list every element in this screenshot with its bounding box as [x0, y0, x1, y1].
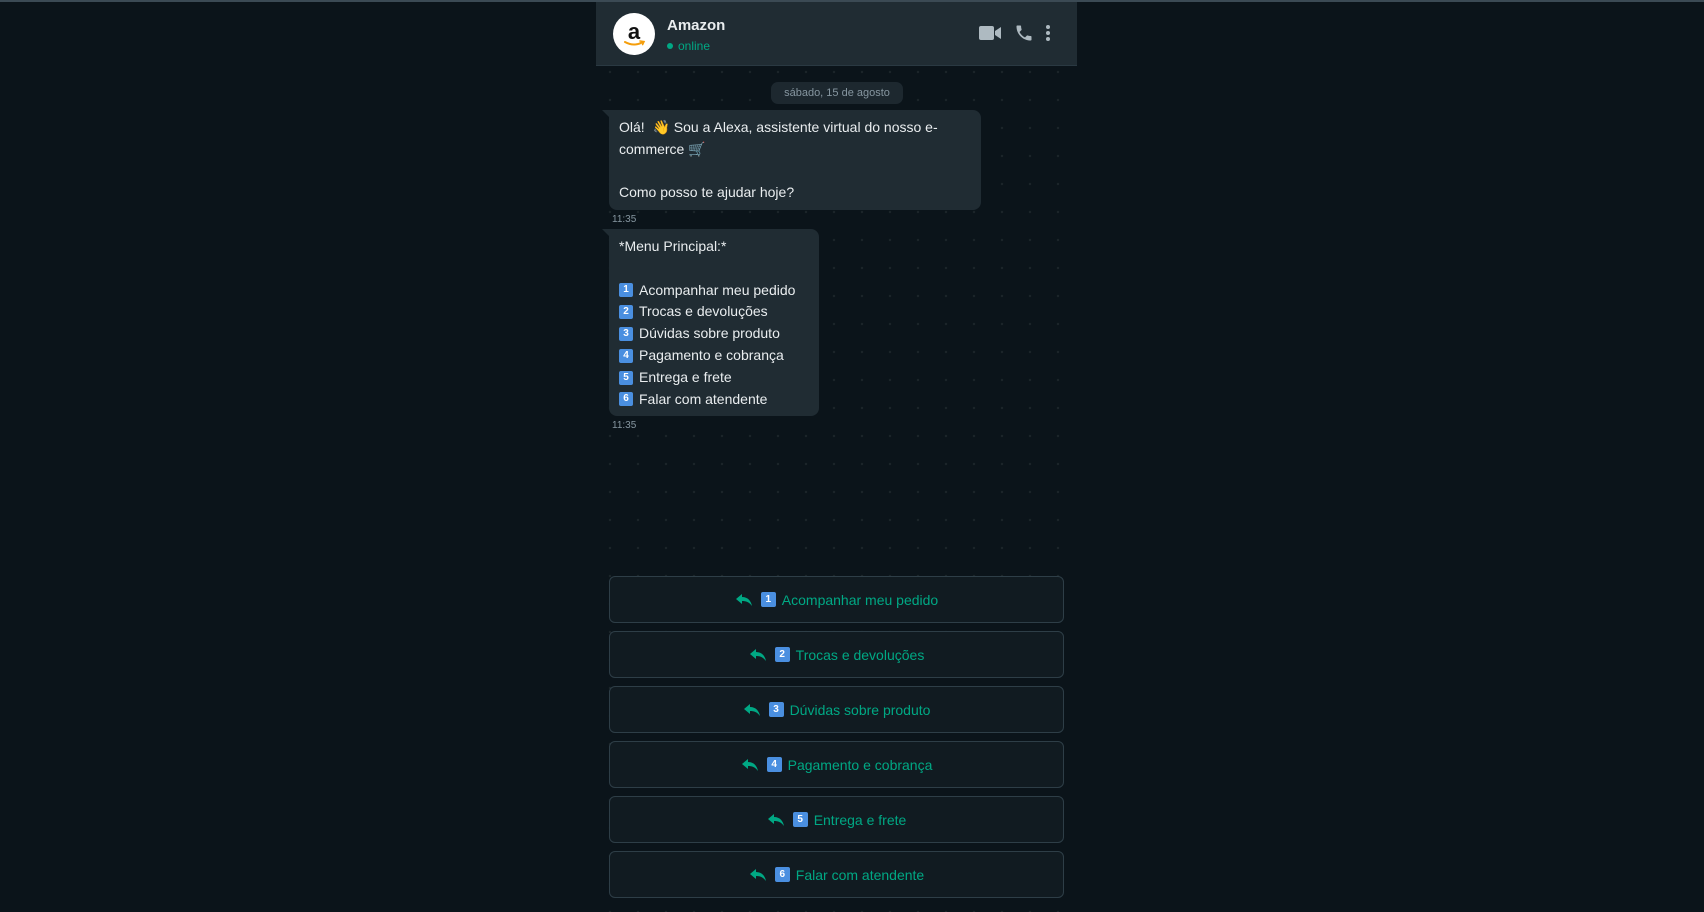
shopping-cart-icon: 🛒: [688, 140, 706, 157]
svg-text:a: a: [628, 19, 641, 44]
number-2-icon: 2: [619, 305, 633, 320]
online-dot-icon: [667, 43, 673, 49]
menu-title: *Menu Principal:*: [619, 238, 727, 254]
incoming-message[interactable]: Olá! 👋 Sou a Alexa, assistente virtual d…: [602, 110, 981, 211]
number-6-icon: 6: [774, 867, 790, 882]
more-options-button[interactable]: [1045, 24, 1051, 42]
quick-reply-button-3[interactable]: 3 Dúvidas sobre produto: [609, 686, 1064, 733]
message-timestamp: 11:35: [612, 420, 637, 431]
quick-reply-button-5[interactable]: 5 Entrega e frete: [609, 796, 1064, 843]
amazon-logo-icon: a: [624, 19, 646, 46]
phone-icon: [1016, 25, 1032, 41]
message-line: Olá! 👋 Sou a Alexa, assistente virtual d…: [619, 119, 938, 135]
number-5-icon: 5: [619, 370, 633, 385]
waving-hand-icon: 👋: [652, 119, 670, 135]
number-5-icon: 5: [792, 812, 808, 827]
voice-call-button[interactable]: [1014, 23, 1034, 43]
number-4-icon: 4: [766, 757, 782, 772]
contact-name[interactable]: Amazon: [667, 17, 725, 34]
status-text: online: [678, 39, 711, 53]
reply-arrow-icon: [767, 813, 784, 826]
quick-reply-button-2[interactable]: 2 Trocas e devoluções: [609, 631, 1064, 678]
menu-item: 3 Dúvidas sobre produto: [619, 323, 809, 345]
number-2-icon: 2: [774, 647, 790, 662]
avatar[interactable]: a: [613, 13, 655, 55]
menu-item: 2 Trocas e devoluções: [619, 301, 809, 323]
number-4-icon: 4: [619, 348, 633, 363]
message-timestamp: 11:35: [612, 214, 637, 225]
message-blank-line: ​: [619, 161, 971, 183]
reply-arrow-icon: [749, 648, 766, 661]
number-6-icon: 6: [619, 392, 633, 407]
chat-window: a Amazon online sábado, 15 de agosto Olá…: [596, 2, 1077, 912]
menu-item: 4 Pagamento e cobrança: [619, 345, 809, 367]
date-separator: sábado, 15 de agosto: [771, 82, 903, 104]
video-call-button[interactable]: [978, 24, 1002, 42]
quick-reply-button-4[interactable]: 4 Pagamento e cobrança: [609, 741, 1064, 788]
number-3-icon: 3: [619, 327, 633, 342]
reply-arrow-icon: [741, 758, 758, 771]
message-blank-line: ​: [619, 258, 809, 280]
number-3-icon: 3: [768, 702, 784, 717]
number-1-icon: 1: [760, 592, 776, 607]
quick-reply-button-6[interactable]: 6 Falar com atendente: [609, 851, 1064, 898]
presence-status: online: [667, 38, 710, 54]
message-line: commerce 🛒: [619, 140, 706, 157]
menu-item: 1 Acompanhar meu pedido: [619, 280, 809, 302]
quick-reply-button-1[interactable]: 1 Acompanhar meu pedido: [609, 576, 1064, 623]
number-1-icon: 1: [619, 283, 633, 298]
reply-arrow-icon: [743, 703, 760, 716]
reply-arrow-icon: [749, 868, 766, 881]
incoming-message-menu[interactable]: *Menu Principal:* ​ 1Acompanhar meu pedi…: [602, 229, 819, 417]
reply-arrow-icon: [735, 593, 752, 606]
video-camera-icon: [979, 26, 1001, 40]
menu-item: 6 Falar com atendente: [619, 389, 809, 411]
chat-header: a Amazon online: [596, 2, 1077, 66]
menu-item: 5 Entrega e frete: [619, 367, 809, 389]
message-line: Como posso te ajudar hoje?: [619, 184, 795, 201]
kebab-menu-icon: [1046, 25, 1050, 41]
